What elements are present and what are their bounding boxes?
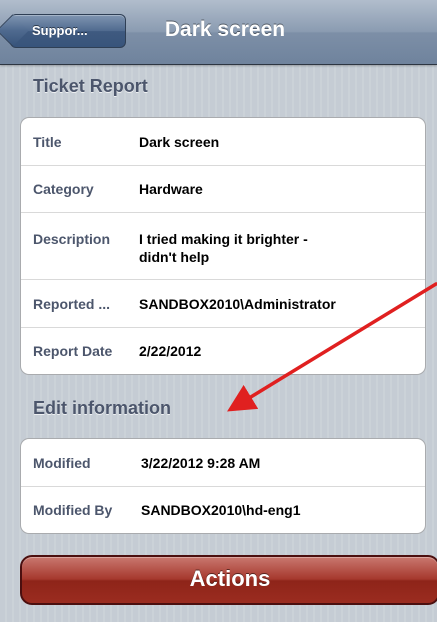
back-button[interactable]: Suppor... (0, 14, 126, 48)
row-modified[interactable]: Modified 3/22/2012 9:28 AM (21, 439, 425, 487)
row-modified-by[interactable]: Modified By SANDBOX2010\hd-eng1 (21, 487, 425, 533)
row-label: Category (33, 181, 94, 197)
row-title[interactable]: Title Dark screen (21, 118, 425, 166)
row-value-line2: didn't help (139, 249, 210, 265)
ticket-report-group: Title Dark screen Category Hardware Desc… (20, 117, 426, 375)
row-label: Title (33, 134, 62, 150)
row-value: 3/22/2012 9:28 AM (141, 455, 261, 471)
row-value: Dark screen (139, 134, 220, 150)
edit-information-header: Edit information (33, 398, 171, 418)
row-value: SANDBOX2010\Administrator (139, 296, 336, 312)
row-description[interactable]: Description I tried making it brighter -… (21, 213, 425, 280)
back-button-label: Suppor... (32, 23, 88, 38)
back-arrow-icon (0, 14, 29, 47)
edit-information-group: Modified 3/22/2012 9:28 AM Modified By S… (20, 438, 426, 534)
row-value-line1: I tried making it brighter - (139, 231, 308, 247)
row-label: Description (33, 231, 111, 247)
row-category[interactable]: Category Hardware (21, 166, 425, 213)
row-reported-by[interactable]: Reported ... SANDBOX2010\Administrator (21, 280, 425, 328)
ticket-report-header: Ticket Report (33, 76, 148, 96)
row-label: Report Date (33, 343, 113, 359)
row-label: Modified By (33, 502, 113, 518)
row-value: 2/22/2012 (139, 343, 202, 359)
row-label: Modified (33, 455, 91, 471)
row-value: SANDBOX2010\hd-eng1 (141, 502, 301, 518)
row-report-date[interactable]: Report Date 2/22/2012 (21, 328, 425, 374)
row-label: Reported ... (33, 296, 111, 312)
navigation-bar: Suppor... Dark screen (0, 0, 437, 65)
row-value: Hardware (139, 181, 203, 197)
page-title: Dark screen (164, 18, 286, 41)
actions-button[interactable]: Actions (20, 555, 437, 605)
